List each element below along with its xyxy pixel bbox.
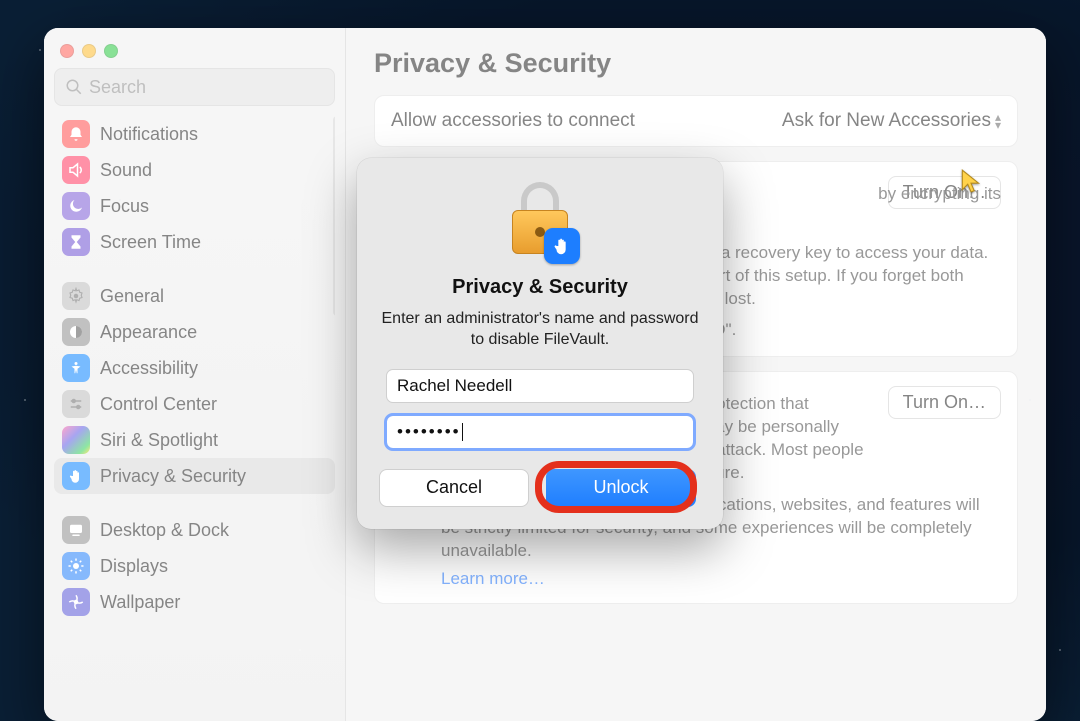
text-cursor	[462, 423, 463, 441]
hand-badge-icon	[544, 228, 580, 264]
unlock-button[interactable]: Unlock	[546, 469, 696, 507]
dialog-title: Privacy & Security	[452, 276, 628, 299]
password-field[interactable]: ••••••••	[386, 415, 694, 449]
username-field[interactable]	[386, 369, 694, 403]
password-dots: ••••••••	[397, 422, 461, 442]
auth-dialog: Privacy & Security Enter an administrato…	[357, 158, 723, 529]
dialog-message: Enter an administrator's name and passwo…	[379, 309, 701, 351]
cancel-button[interactable]: Cancel	[379, 469, 529, 507]
lock-icon	[502, 182, 578, 264]
